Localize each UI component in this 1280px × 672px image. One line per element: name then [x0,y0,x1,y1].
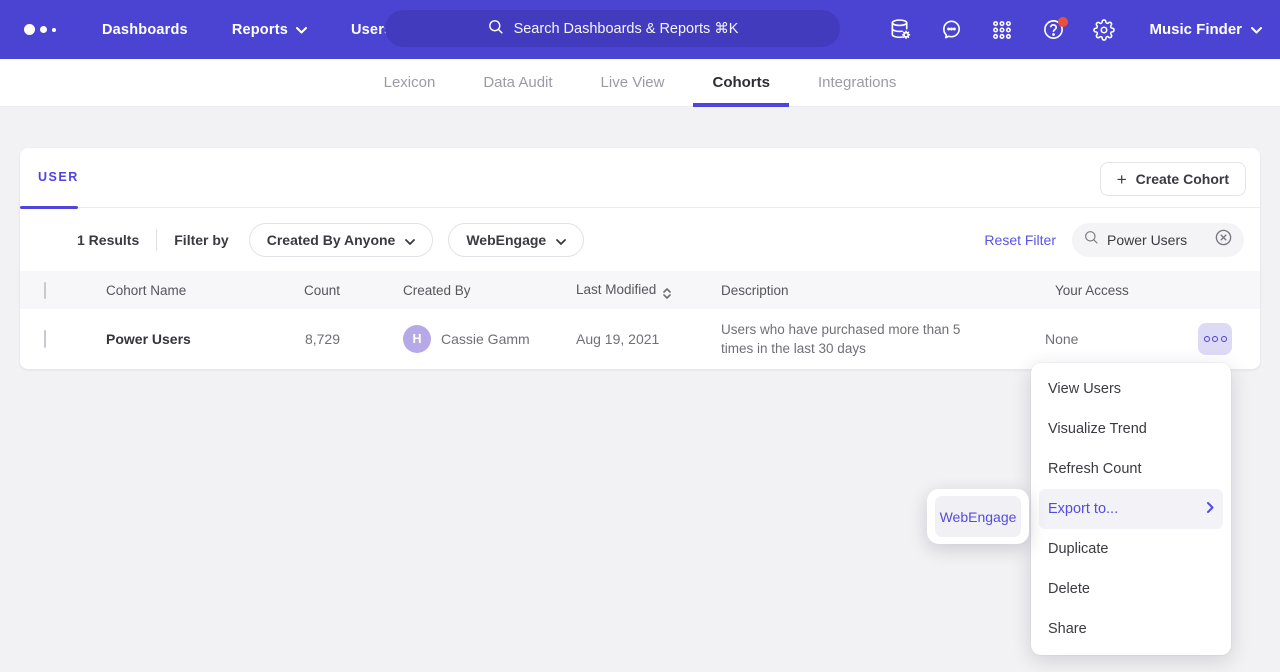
access-value: None [1045,331,1078,347]
cohort-name-cell[interactable]: Power Users [106,331,250,347]
brand-logo[interactable] [24,24,76,35]
filter-by-label: Filter by [174,232,228,248]
column-header-description[interactable]: Description [721,283,1035,298]
tab-lexicon[interactable]: Lexicon [365,59,455,106]
created-by-filter-dropdown[interactable]: Created By Anyone [249,223,434,257]
create-cohort-button[interactable]: + Create Cohort [1100,162,1246,196]
tab-live-view[interactable]: Live View [582,59,684,106]
last-modified-cell: Aug 19, 2021 [576,331,721,347]
column-header-your-access[interactable]: Your Access [1035,283,1260,298]
tab-integrations[interactable]: Integrations [799,59,915,106]
project-selector[interactable]: Music Finder [1149,21,1262,38]
chevron-down-icon [296,22,307,38]
logo-dot-small [52,28,56,32]
top-navbar: Dashboards Reports Users Search Dashboar… [0,0,1280,59]
feedback-bubble-icon[interactable] [939,18,963,42]
menu-item-duplicate[interactable]: Duplicate [1039,529,1223,569]
clear-search-icon[interactable] [1214,228,1233,252]
chevron-down-icon [1251,21,1262,38]
results-count: 1 Results [77,232,139,248]
column-header-count[interactable]: Count [250,283,340,298]
avatar: H [403,325,431,353]
tab-data-audit[interactable]: Data Audit [464,59,571,106]
created-by-cell: H Cassie Gamm [340,325,576,353]
logo-dot-large [24,24,35,35]
menu-item-export-to[interactable]: Export to... [1039,489,1223,529]
settings-icon[interactable] [1092,18,1116,42]
menu-item-refresh-count[interactable]: Refresh Count [1039,449,1223,489]
created-by-filter-value: Created By Anyone [267,232,396,248]
create-cohort-label: Create Cohort [1136,171,1229,187]
source-filter-dropdown[interactable]: WebEngage [448,223,584,257]
nav-reports-label: Reports [232,22,288,38]
column-header-cohort-name[interactable]: Cohort Name [106,283,250,298]
tab-user-cohorts[interactable]: USER [38,170,79,184]
column-header-created-by[interactable]: Created By [340,283,576,298]
submenu-item-webengage[interactable]: WebEngage [935,496,1021,537]
source-filter-value: WebEngage [466,232,546,248]
row-actions-menu: View Users Visualize Trend Refresh Count… [1031,363,1231,655]
logo-dot-medium [40,26,47,33]
reset-filter-link[interactable]: Reset Filter [984,232,1056,248]
row-checkbox[interactable] [44,330,46,348]
global-search-input[interactable]: Search Dashboards & Reports ⌘K [385,10,840,47]
menu-item-view-users[interactable]: View Users [1039,369,1223,409]
search-icon [487,18,504,39]
export-submenu: WebEngage [927,489,1029,544]
divider [156,229,157,251]
help-icon[interactable] [1041,18,1065,42]
menu-item-visualize-trend[interactable]: Visualize Trend [1039,409,1223,449]
last-modified-label: Last Modified [576,282,656,297]
global-search-placeholder: Search Dashboards & Reports ⌘K [514,21,739,37]
row-actions-button[interactable] [1198,323,1232,355]
project-name: Music Finder [1149,21,1242,38]
database-gear-icon[interactable] [888,18,912,42]
table-header-row: Cohort Name Count Created By Last Modifi… [20,271,1260,309]
select-all-checkbox[interactable] [44,282,46,299]
nav-dashboards[interactable]: Dashboards [102,22,188,38]
cohorts-card: USER + Create Cohort 1 Results Filter by… [20,148,1260,369]
description-cell: Users who have purchased more than 5 tim… [721,320,971,358]
chevron-down-icon [556,232,566,248]
cohort-search-input[interactable]: Power Users [1072,223,1244,257]
tab-cohorts[interactable]: Cohorts [693,59,789,106]
count-cell: 8,729 [250,331,340,347]
filter-toolbar: 1 Results Filter by Created By Anyone We… [20,208,1260,271]
apps-grid-icon[interactable] [990,18,1014,42]
menu-item-delete[interactable]: Delete [1039,569,1223,609]
sort-icon[interactable] [663,288,671,299]
chevron-right-icon [1207,501,1214,517]
card-header: USER + Create Cohort [20,148,1260,208]
search-icon [1083,229,1099,250]
created-by-name: Cassie Gamm [441,331,530,347]
table-row[interactable]: Power Users 8,729 H Cassie Gamm Aug 19, … [20,309,1260,369]
notification-dot [1058,17,1068,27]
cohort-search-value: Power Users [1107,232,1206,248]
access-cell: None [1035,331,1260,347]
chevron-down-icon [405,232,415,248]
export-to-label: Export to... [1048,501,1118,517]
column-header-last-modified[interactable]: Last Modified [576,282,721,299]
nav-reports[interactable]: Reports [232,22,307,38]
section-tabbar: Lexicon Data Audit Live View Cohorts Int… [0,59,1280,107]
plus-icon: + [1117,171,1127,188]
menu-item-share[interactable]: Share [1039,609,1223,649]
